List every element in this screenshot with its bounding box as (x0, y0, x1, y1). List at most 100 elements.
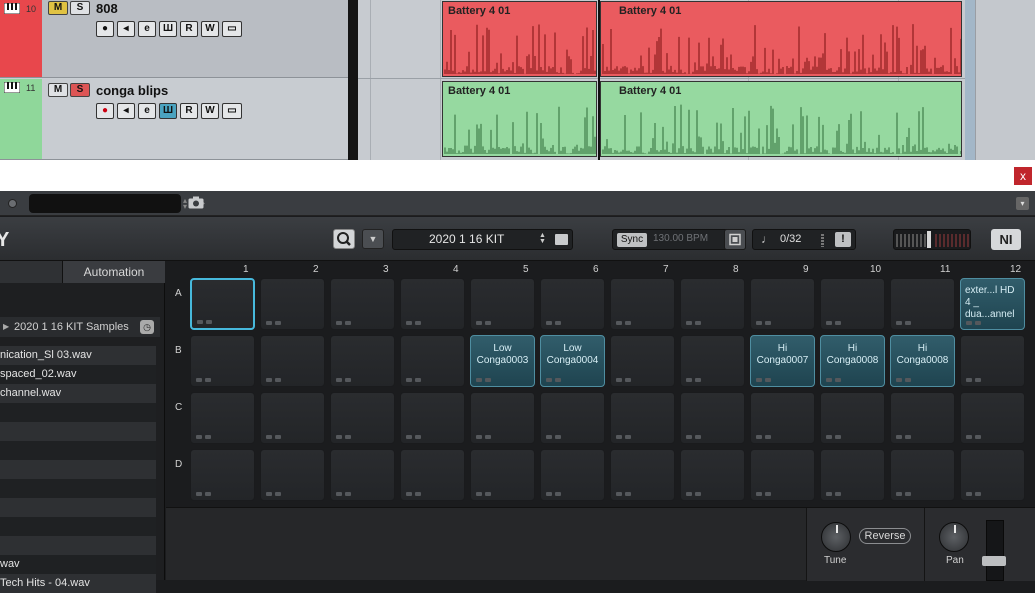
keyboard-button[interactable]: Ш (159, 21, 177, 37)
clip[interactable]: Battery 4 01 (442, 1, 597, 77)
preset-arrows-icon[interactable]: ▴ ▾ (183, 197, 187, 211)
file-list-item[interactable] (0, 441, 156, 460)
record-enable-button[interactable]: ● (96, 21, 114, 37)
pad-cell[interactable] (540, 449, 605, 501)
pad-cell[interactable] (680, 392, 745, 444)
search-button[interactable] (333, 229, 355, 249)
volume-fader-handle[interactable] (982, 556, 1006, 566)
pad-cell[interactable]: Low Conga0003 (470, 335, 535, 387)
pad-cell[interactable] (260, 278, 325, 330)
sync-button[interactable]: Sync (617, 233, 647, 247)
tab-automation[interactable]: Automation (62, 261, 165, 283)
volume-handle[interactable] (927, 231, 931, 248)
chevron-down-icon[interactable]: ▼ (362, 229, 384, 249)
reverse-button[interactable]: Reverse (859, 528, 911, 544)
pad-cell[interactable] (330, 278, 395, 330)
pad-cell[interactable] (470, 392, 535, 444)
pad-cell[interactable] (890, 449, 955, 501)
pad-cell[interactable] (470, 449, 535, 501)
track-name[interactable]: 808 (96, 1, 118, 16)
pad-cell[interactable] (260, 335, 325, 387)
file-list-item[interactable] (0, 403, 156, 422)
mute-button[interactable]: M (48, 1, 68, 15)
edit-instrument-button[interactable]: e (138, 103, 156, 119)
lane-button[interactable]: ▭ (222, 103, 242, 119)
pan-knob[interactable] (939, 522, 969, 552)
folder-icon[interactable] (555, 234, 568, 245)
pad-cell[interactable] (260, 392, 325, 444)
clip[interactable]: Battery 4 01 (442, 81, 597, 157)
pad-cell[interactable] (400, 335, 465, 387)
track-row-conga-blips[interactable]: 11 M S conga blips ● ◂ e Ш R W ▭ (0, 79, 348, 160)
power-icon[interactable] (8, 199, 17, 208)
track-name[interactable]: conga blips (96, 83, 168, 98)
keyboard-button[interactable]: Ш (159, 103, 177, 119)
solo-button[interactable]: S (70, 83, 90, 97)
pad-cell[interactable]: Hi Conga0007 (750, 335, 815, 387)
breadcrumb[interactable]: ▶ 2020 1 16 KIT Samples ◷ (0, 317, 160, 337)
camera-icon[interactable] (188, 196, 204, 209)
pad-cell[interactable] (820, 392, 885, 444)
pad-cell[interactable]: exter...l HD 4 _ dua...annel (960, 278, 1025, 330)
file-list-item[interactable]: Tech Hits - 04.wav (0, 574, 156, 593)
pad-cell[interactable]: Low Conga0004 (540, 335, 605, 387)
solo-button[interactable]: S (70, 1, 90, 15)
read-automation-button[interactable]: R (180, 21, 198, 37)
file-list-item[interactable]: spaced_02.wav (0, 365, 156, 384)
kit-selector[interactable]: 2020 1 16 KIT ▲ ▼ (392, 229, 573, 250)
pad-cell[interactable]: Hi Conga0008 (890, 335, 955, 387)
master-volume-slider[interactable] (893, 229, 971, 250)
pad-cell[interactable] (680, 335, 745, 387)
kit-arrows-icon[interactable]: ▲ ▼ (539, 232, 546, 245)
ni-logo[interactable]: NI (991, 229, 1021, 250)
pad-cell[interactable] (960, 392, 1025, 444)
pad-cell[interactable] (960, 449, 1025, 501)
preset-field[interactable]: ▴▾ ◇ (29, 194, 205, 213)
pad-cell[interactable] (750, 392, 815, 444)
clip[interactable]: Battery 4 01 (600, 1, 962, 77)
pad-cell[interactable] (820, 449, 885, 501)
write-automation-button[interactable]: W (201, 21, 219, 37)
file-list-item[interactable] (0, 460, 156, 479)
file-list-item[interactable] (0, 517, 156, 536)
pad-cell[interactable] (820, 278, 885, 330)
volume-fader-track[interactable] (986, 520, 1004, 581)
tab-browser[interactable] (0, 261, 62, 283)
pad-cell[interactable] (610, 392, 675, 444)
pad-cell[interactable] (470, 278, 535, 330)
pad-cell[interactable] (330, 335, 395, 387)
pad-cell[interactable] (330, 392, 395, 444)
pad-cell[interactable] (190, 392, 255, 444)
pad-cell[interactable] (750, 449, 815, 501)
mute-button[interactable]: M (48, 83, 68, 97)
pad-cell[interactable] (400, 449, 465, 501)
pad-cell[interactable] (890, 392, 955, 444)
close-button[interactable]: x (1014, 167, 1032, 185)
pad-cell[interactable] (400, 392, 465, 444)
monitor-button[interactable]: ◂ (117, 21, 135, 37)
arrange-lanes[interactable]: Battery 4 01 Battery 4 01 Battery 4 01 B… (358, 0, 1018, 160)
pad-cell[interactable] (610, 449, 675, 501)
pad-cell[interactable] (890, 278, 955, 330)
write-automation-button[interactable]: W (201, 103, 219, 119)
track-list-divider[interactable] (348, 0, 358, 160)
lane-button[interactable]: ▭ (222, 21, 242, 37)
pad-cell[interactable]: Hi Conga0008 (820, 335, 885, 387)
pad-cell[interactable] (260, 449, 325, 501)
playhead[interactable] (598, 0, 600, 160)
pad-cell[interactable] (610, 278, 675, 330)
file-list-item[interactable]: nication_Sl 03.wav (0, 346, 156, 365)
file-list-item[interactable] (0, 536, 156, 555)
monitor-button[interactable]: ◂ (117, 103, 135, 119)
read-automation-button[interactable]: R (180, 103, 198, 119)
pad-cell[interactable] (540, 392, 605, 444)
file-list-item[interactable] (0, 479, 156, 498)
pad-cell[interactable] (190, 449, 255, 501)
alert-button[interactable]: ! (835, 232, 851, 247)
pad-cell[interactable] (190, 335, 255, 387)
clip[interactable]: Battery 4 01 (600, 81, 962, 157)
pad-cell[interactable] (540, 278, 605, 330)
pad-cell[interactable] (400, 278, 465, 330)
tune-knob[interactable] (821, 522, 851, 552)
file-list-item[interactable] (0, 422, 156, 441)
